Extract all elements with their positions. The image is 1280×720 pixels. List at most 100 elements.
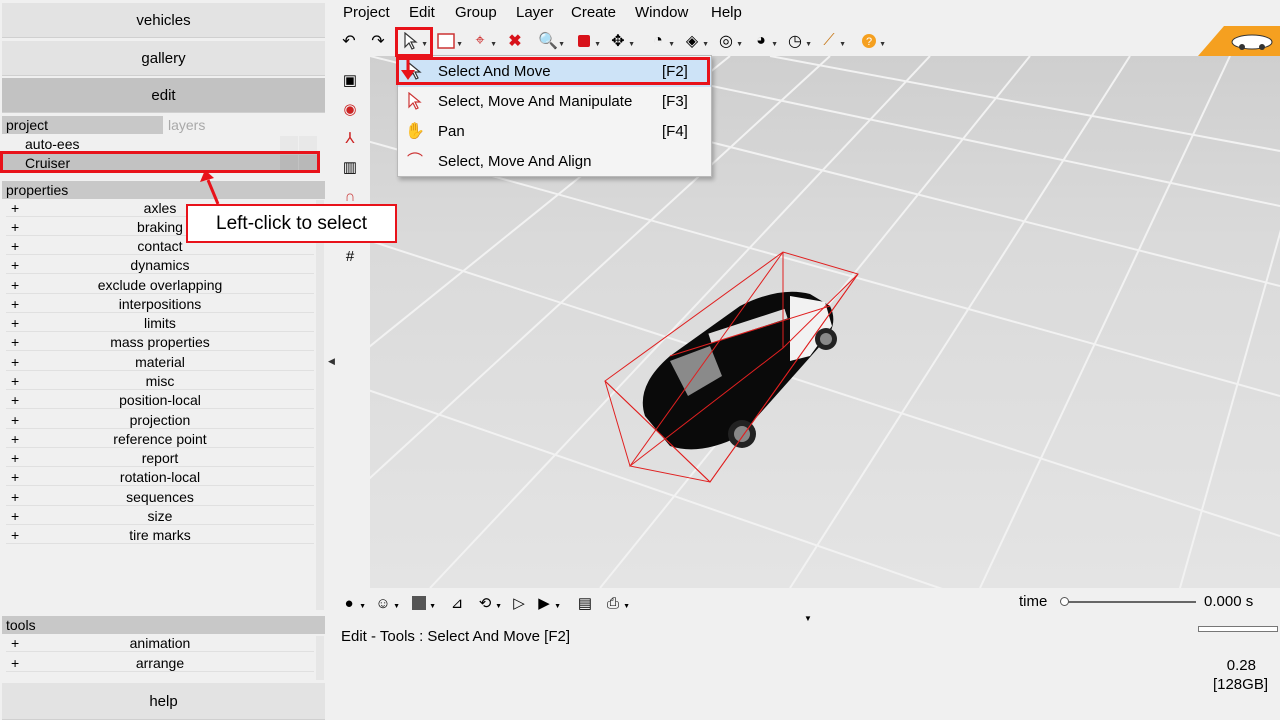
vehicle-model[interactable] (604, 251, 859, 483)
report-icon[interactable]: ▤ (574, 592, 596, 614)
expand-icon[interactable]: + (11, 257, 19, 274)
vehicles-button[interactable]: vehicles (2, 3, 325, 38)
menu-help[interactable]: Help (711, 4, 742, 21)
shortcut-label: [F4] (662, 123, 688, 140)
help-button[interactable]: help (2, 683, 325, 720)
menu-item-select-move-manipulate[interactable]: Select, Move And Manipulate [F3] (398, 87, 711, 117)
expand-icon[interactable]: + (11, 354, 19, 371)
tab-project[interactable]: project (2, 116, 163, 134)
expand-icon[interactable]: + (11, 412, 19, 429)
expand-icon[interactable]: + (11, 469, 19, 486)
expand-icon[interactable]: + (11, 200, 19, 217)
print-icon[interactable]: ⎙ ▼ (602, 592, 630, 614)
menu-window[interactable]: Window (635, 4, 688, 21)
shortcut-label: [F3] (662, 93, 688, 110)
property-row-mass-properties[interactable]: + mass properties (6, 334, 314, 351)
expand-icon[interactable]: + (11, 238, 19, 255)
tab-layers[interactable]: layers (168, 116, 205, 134)
menu-item-pan[interactable]: ✋ Pan [F4] (398, 117, 711, 147)
app-logo-icon (1198, 26, 1280, 56)
graph-icon[interactable]: ⊿ (446, 592, 468, 614)
property-row-size[interactable]: + size (6, 508, 314, 525)
tools-scrollbar[interactable] (316, 636, 324, 680)
cube-icon[interactable]: ▼ (573, 30, 601, 52)
property-row-tire-marks[interactable]: + tire marks (6, 527, 314, 544)
rotate-camera-icon[interactable]: ⟲ ▼ (474, 592, 502, 614)
property-row-material[interactable]: + material (6, 354, 314, 371)
menu-item-select-move-align[interactable]: ⌒ Select, Move And Align (398, 147, 711, 177)
property-row-projection[interactable]: + projection (6, 412, 314, 429)
property-label: size (147, 508, 173, 524)
expand-icon[interactable]: + (11, 334, 19, 351)
sequence-icon[interactable]: ▶ ▼ (533, 592, 561, 614)
gauge-icon[interactable]: ◔ ▼ (647, 30, 675, 52)
expand-icon[interactable]: + (11, 431, 19, 448)
property-label: report (141, 450, 179, 466)
target-icon[interactable]: ◉ (338, 97, 362, 121)
property-label: tire marks (129, 527, 191, 543)
move-crosshair-icon[interactable]: ✥ ▼ (607, 30, 635, 52)
property-row-interpositions[interactable]: + interpositions (6, 296, 314, 313)
time-slider-handle[interactable] (1060, 597, 1069, 606)
delete-icon[interactable]: ✖ (504, 30, 526, 52)
manipulate-arrow-icon (404, 91, 426, 112)
property-row-report[interactable]: + report (6, 450, 314, 467)
head-icon[interactable]: ☺ ▼ (372, 592, 400, 614)
property-row-dynamics[interactable]: + dynamics (6, 257, 314, 274)
expand-icon[interactable]: + (11, 315, 19, 332)
property-row-reference-point[interactable]: + reference point (6, 431, 314, 448)
expand-icon[interactable]: + (11, 296, 19, 313)
expand-icon[interactable]: + (11, 450, 19, 467)
menu-layer[interactable]: Layer (516, 4, 554, 21)
help-circle-icon[interactable]: ? ▼ (858, 30, 886, 52)
play-icon[interactable]: ▷ (508, 592, 530, 614)
property-row-limits[interactable]: + limits (6, 315, 314, 332)
stopwatch-icon[interactable]: ◷ ▼ (784, 30, 812, 52)
menu-project[interactable]: Project (343, 4, 390, 21)
menu-create[interactable]: Create (571, 4, 616, 21)
expand-icon[interactable]: + (11, 635, 19, 652)
property-row-exclude-overlapping[interactable]: + exclude overlapping (6, 277, 314, 294)
redo-icon[interactable]: ↷ (367, 30, 389, 52)
expand-icon[interactable]: + (11, 655, 19, 672)
status-text: Edit - Tools : Select And Move [F2] (341, 628, 570, 645)
property-row-position-local[interactable]: + position-local (6, 392, 314, 409)
rectangle-select-icon[interactable]: ▼ (435, 30, 463, 52)
chevron-down-icon[interactable]: ▼ (804, 614, 812, 623)
expand-icon[interactable]: + (11, 508, 19, 525)
collapse-panel-icon[interactable]: ◀ (328, 356, 335, 367)
tool-row-animation[interactable]: + animation (6, 635, 314, 652)
property-row-sequences[interactable]: + sequences (6, 489, 314, 506)
expand-icon[interactable]: + (11, 219, 19, 236)
ruler-icon[interactable]: ⟋ ▼ (818, 30, 846, 52)
property-row-rotation-local[interactable]: + rotation-local (6, 469, 314, 486)
grid-icon[interactable]: # (338, 244, 362, 268)
menu-group[interactable]: Group (455, 4, 497, 21)
highlight-select-and-move (396, 57, 710, 85)
camera-view-icon[interactable]: ▣ (338, 68, 362, 92)
zoom-icon[interactable]: 🔍 ▼ (537, 30, 565, 52)
snap-icon[interactable]: ⌖ ▼ (469, 30, 497, 52)
tool-row-arrange[interactable]: + arrange (6, 655, 314, 672)
eraser-icon[interactable]: ◈ ▼ (681, 30, 709, 52)
expand-icon[interactable]: + (11, 277, 19, 294)
dial-icon[interactable]: ◕ ▼ (750, 30, 778, 52)
property-label: position-local (119, 392, 201, 408)
tools-header: tools (2, 616, 325, 634)
color-swatch-icon[interactable]: ▼ (408, 592, 436, 614)
expand-icon[interactable]: + (11, 489, 19, 506)
time-slider-track[interactable] (1064, 601, 1196, 603)
expand-icon[interactable]: + (11, 527, 19, 544)
axes-icon[interactable]: ⅄ (338, 126, 362, 150)
snapshot-icon[interactable]: ▥ (338, 155, 362, 179)
tire-icon[interactable]: ◎ ▼ (715, 30, 743, 52)
edit-button[interactable]: edit (2, 78, 325, 113)
gallery-button[interactable]: gallery (2, 41, 325, 76)
properties-scrollbar[interactable] (316, 200, 324, 610)
menu-edit[interactable]: Edit (409, 4, 435, 21)
expand-icon[interactable]: + (11, 392, 19, 409)
undo-icon[interactable]: ↶ (338, 30, 360, 52)
sphere-icon[interactable]: ● ▼ (338, 592, 366, 614)
property-row-misc[interactable]: + misc (6, 373, 314, 390)
expand-icon[interactable]: + (11, 373, 19, 390)
